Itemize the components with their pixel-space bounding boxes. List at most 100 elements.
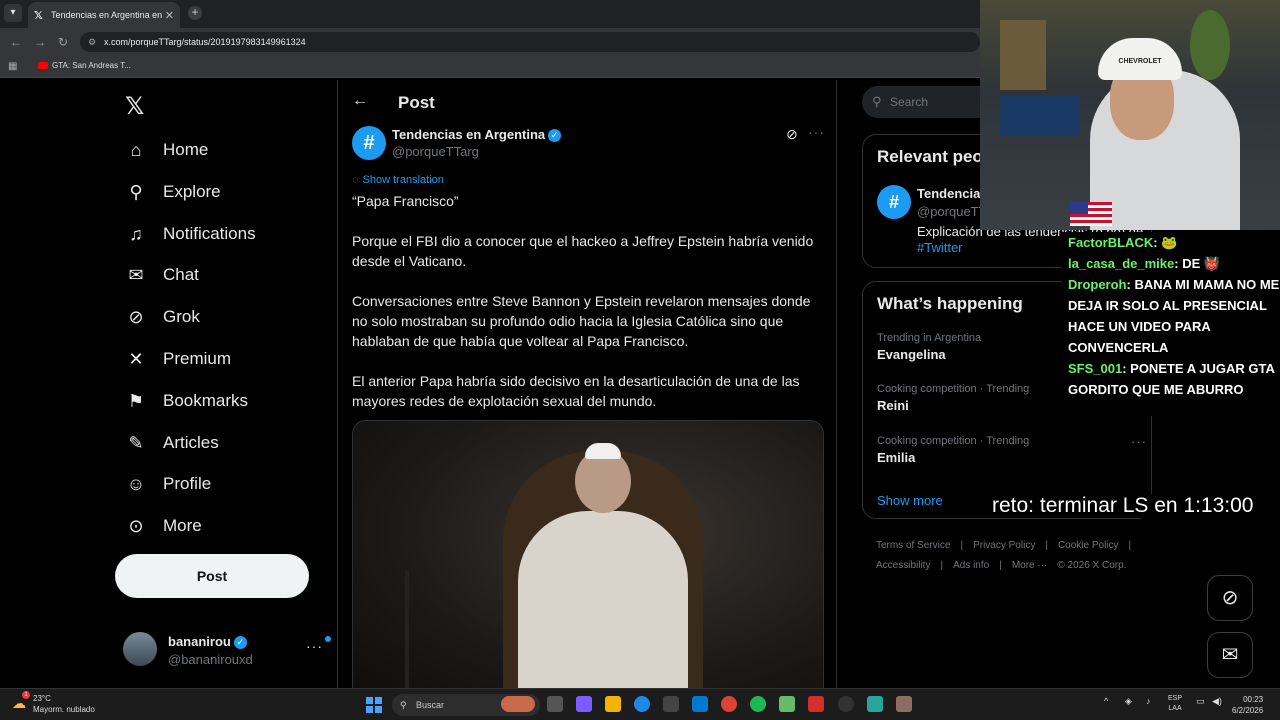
url-field[interactable]: ⚙ x.com/porqueTTarg/status/2019197983149… [80, 32, 980, 52]
hashtag-link[interactable]: #Twitter [917, 240, 963, 255]
footer-link[interactable]: Privacy Policy [973, 540, 1035, 551]
grok-fab-icon[interactable]: ⊘ [1207, 575, 1253, 621]
chat-message: Droperoh: BANA MI MAMA NO ME DEJA IR SOL… [1068, 274, 1280, 358]
bookmark-label: GTA: San Andreas T... [52, 61, 131, 70]
windows-start-icon[interactable] [366, 697, 382, 713]
footer-link[interactable]: Accessibility [876, 560, 930, 571]
url-text: x.com/porqueTTarg/status/201919798314996… [104, 37, 306, 47]
tray-chevron-icon[interactable]: ^ [1104, 696, 1108, 706]
nav-label: Bookmarks [163, 391, 249, 410]
nav-label: Articles [163, 433, 219, 452]
footer-separator: | [1128, 540, 1132, 551]
temperature: 23°C [33, 694, 51, 703]
nav-grok[interactable]: ⊘ Grok [125, 297, 200, 337]
nav-label: Notifications [163, 224, 256, 243]
post-button[interactable]: Post [115, 554, 309, 598]
nav-chat[interactable]: ✉ Chat [125, 255, 198, 295]
spotify-icon[interactable] [750, 696, 766, 712]
chat-message: SFS_001: PONETE A JUGAR GTA GORDITO QUE … [1068, 358, 1280, 400]
show-translation-link[interactable]: ◌ Show translation [352, 174, 444, 186]
nav-label: Profile [163, 474, 212, 493]
chat-message: la_casa_de_mike: DE 👹 [1068, 253, 1280, 274]
trend-more-icon[interactable]: ··· [1131, 434, 1147, 449]
obs-icon[interactable] [838, 696, 854, 712]
post-column: ← Post # Tendencias en Argentina ✓ @porqu… [337, 80, 837, 688]
footer-link[interactable]: Ads info [953, 560, 989, 571]
relevant-handle: @porqueTT [917, 204, 987, 219]
nav-label: Premium [163, 349, 232, 368]
account-switcher[interactable]: bananirou ✓ @bananirouxd ··· [123, 630, 335, 670]
tray-app-icon[interactable]: ◈ [1125, 696, 1132, 707]
relevant-name[interactable]: Tendencias [917, 186, 988, 201]
tab-search-menu-icon[interactable]: ▾ [4, 4, 22, 22]
notepad-icon[interactable] [779, 696, 795, 712]
site-info-icon[interactable]: ⚙ [88, 32, 96, 52]
envelope-icon: ✉ [128, 265, 144, 285]
footer-separator: | [1045, 540, 1048, 551]
bookmark-item[interactable]: GTA: San Andreas T... [38, 61, 131, 70]
trend-item[interactable]: Cooking competition · Trending Emilia [877, 435, 1147, 465]
nav-explore[interactable]: ⚲ Explore [125, 172, 220, 212]
show-more-link[interactable]: Show more [877, 493, 943, 508]
trend-title: Emilia [877, 450, 916, 465]
left-navigation: 𝕏 ⌂ Home ⚲ Explore ♫ Notifications ✉ Cha… [115, 80, 337, 688]
grok-icon[interactable]: ⊘ [786, 126, 798, 143]
post-image[interactable] [352, 420, 824, 688]
app-icon[interactable] [867, 696, 883, 712]
file-explorer-icon[interactable] [605, 696, 621, 712]
footer-link[interactable]: More ··· [1012, 560, 1048, 571]
task-view-icon[interactable] [547, 696, 563, 712]
browser-tab[interactable]: 𝕏 Tendencias en Argentina en X: " ✕ [28, 2, 180, 28]
store-icon[interactable] [663, 696, 679, 712]
outlook-icon[interactable] [692, 696, 708, 712]
language-indicator[interactable]: ESP LAA [1168, 694, 1182, 714]
tab-close-icon[interactable]: ✕ [165, 9, 174, 22]
game-icon[interactable] [896, 696, 912, 712]
author-name[interactable]: Tendencias en Argentina ✓ [392, 127, 562, 143]
new-tab-button[interactable]: + [188, 6, 202, 20]
nav-home[interactable]: ⌂ Home [125, 130, 209, 170]
nav-articles[interactable]: ✎ Articles [125, 423, 219, 463]
weather-desc: Mayorm. nublado [33, 705, 95, 714]
messages-fab-icon[interactable]: ✉ [1207, 632, 1253, 678]
volume-icon[interactable]: ◀) [1212, 696, 1222, 707]
author-handle[interactable]: @porqueTTarg [392, 144, 479, 159]
verified-badge-icon: ✓ [548, 129, 562, 143]
network-icon[interactable]: ▭ [1196, 696, 1205, 707]
nav-label: Grok [163, 307, 200, 326]
search-icon: ⚲ [129, 182, 143, 202]
tab-title: Tendencias en Argentina en X: " [51, 10, 165, 20]
relevant-avatar[interactable]: # [877, 185, 911, 219]
nav-bookmarks[interactable]: ⚑ Bookmarks [125, 381, 248, 421]
video-app-icon[interactable] [808, 696, 824, 712]
copilot-icon[interactable] [576, 696, 592, 712]
x-logo-icon[interactable]: 𝕏 [125, 92, 144, 121]
author-avatar[interactable]: # [352, 126, 386, 160]
chat-user: Droperoh [1068, 277, 1127, 292]
grok-icon: ⊘ [128, 307, 144, 327]
account-more-icon[interactable]: ··· [306, 638, 323, 654]
nav-premium[interactable]: ✕ Premium [125, 339, 231, 379]
search-highlight-icon[interactable] [501, 696, 535, 712]
back-arrow-icon[interactable]: ← [10, 35, 22, 49]
nav-notifications[interactable]: ♫ Notifications [125, 214, 256, 254]
forward-arrow-icon[interactable]: → [34, 35, 46, 49]
zucchetto [585, 443, 621, 459]
stream-chat: FactorBLACK: 🐸 la_casa_de_mike: DE 👹 Dro… [1062, 232, 1280, 416]
nav-profile[interactable]: ☺ Profile [125, 464, 211, 504]
chat-user: FactorBLACK [1068, 235, 1154, 250]
reload-icon[interactable]: ↻ [58, 35, 68, 49]
post-more-icon[interactable]: ··· [808, 124, 825, 140]
pope-figure [518, 511, 688, 688]
footer-link[interactable]: Terms of Service [876, 540, 950, 551]
back-arrow-icon[interactable]: ← [352, 92, 368, 110]
bell-icon: ♫ [129, 224, 143, 244]
edge-icon[interactable] [634, 696, 650, 712]
post-paragraph: Porque el FBI dio a conocer que el hacke… [352, 233, 814, 269]
footer-link[interactable]: Cookie Policy [1058, 540, 1119, 551]
chrome-icon[interactable] [721, 696, 737, 712]
nav-more[interactable]: ⊙ More [125, 506, 201, 546]
apps-grid-icon[interactable]: ▦ [8, 61, 17, 72]
microphone-icon[interactable]: ♪ [1146, 696, 1151, 706]
clock[interactable]: 00:23 6/2/2026 [1232, 694, 1263, 716]
